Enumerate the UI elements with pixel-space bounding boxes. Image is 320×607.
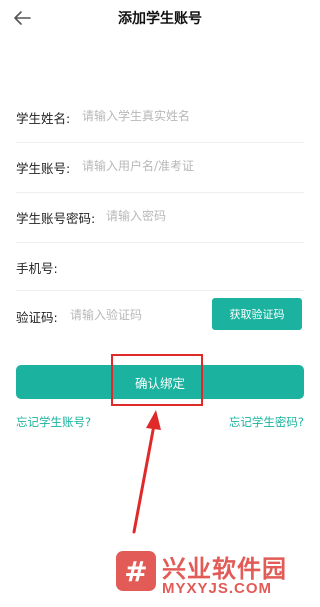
watermark-logo-icon: # xyxy=(116,551,156,591)
phone-label: 手机号: xyxy=(16,261,58,276)
verification-code-label: 验证码: xyxy=(16,310,58,325)
phone-row: 手机号: xyxy=(16,250,304,291)
student-name-row: 学生姓名: xyxy=(16,100,304,143)
student-account-input[interactable] xyxy=(82,157,292,175)
student-name-label: 学生姓名: xyxy=(16,111,71,126)
student-password-input[interactable] xyxy=(106,207,296,225)
watermark-name: 兴业软件园 xyxy=(162,555,287,583)
student-password-row: 学生账号密码: xyxy=(16,200,304,243)
student-name-input[interactable] xyxy=(82,107,292,125)
forgot-password-link[interactable]: 忘记学生密码? xyxy=(229,414,304,430)
student-password-label: 学生账号密码: xyxy=(16,211,96,226)
phone-input[interactable] xyxy=(70,257,290,275)
watermark: # 兴业软件园 MYXYJS.COM xyxy=(116,547,316,603)
forgot-account-link[interactable]: 忘记学生账号? xyxy=(16,414,91,430)
page-title: 添加学生账号 xyxy=(118,11,202,27)
verification-code-input[interactable] xyxy=(70,306,200,324)
student-account-label: 学生账号: xyxy=(16,161,71,176)
top-bar: 添加学生账号 xyxy=(0,0,320,36)
get-code-button[interactable]: 获取验证码 xyxy=(212,298,302,330)
watermark-domain: MYXYJS.COM xyxy=(162,580,273,597)
student-account-row: 学生账号: xyxy=(16,150,304,193)
highlight-box xyxy=(111,354,203,406)
